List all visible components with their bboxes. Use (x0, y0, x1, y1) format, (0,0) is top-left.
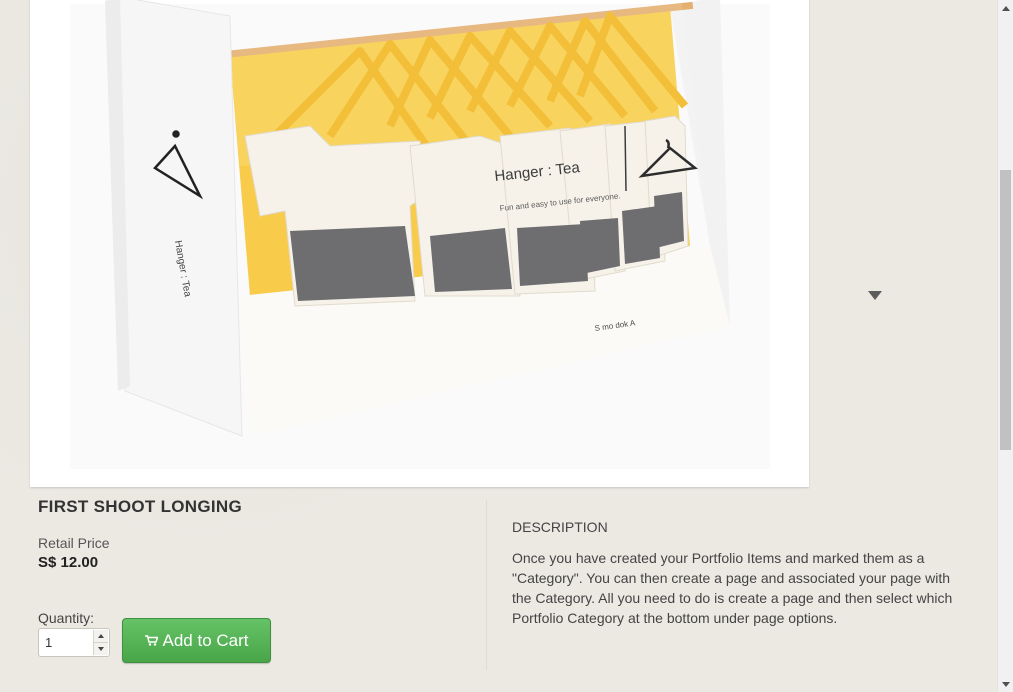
scroll-down-button[interactable] (998, 676, 1013, 692)
quantity-label: Quantity: (38, 610, 95, 626)
add-to-cart-button[interactable]: Add to Cart (122, 618, 271, 663)
add-to-cart-label: Add to Cart (162, 630, 249, 650)
product-title: FIRST SHOOT LONGING (38, 497, 243, 516)
description-heading: DESCRIPTION (512, 519, 608, 535)
description-text: Once you have created your Portfolio Ite… (512, 550, 953, 626)
arrow-up-icon (98, 634, 104, 638)
price-value: S$ 12.00 (38, 554, 99, 571)
column-divider (486, 500, 487, 670)
quantity-spinner[interactable] (93, 630, 108, 655)
product-image[interactable]: Hanger : Tea Fun and easy to use for eve… (30, 0, 809, 487)
chevron-down-icon (1002, 681, 1010, 687)
price-label: Retail Price (38, 535, 110, 551)
cart-icon (144, 635, 158, 646)
quantity-increment-button[interactable] (94, 630, 108, 643)
chevron-up-icon (1002, 5, 1010, 11)
scrollbar-thumb[interactable] (1000, 170, 1011, 450)
arrow-down-icon (98, 647, 104, 651)
carousel-next-arrow[interactable] (868, 291, 882, 300)
tea-box-illustration: Hanger : Tea Fun and easy to use for eve… (30, 0, 809, 487)
quantity-decrement-button[interactable] (94, 643, 108, 655)
quantity-stepper[interactable]: 1 (38, 628, 110, 657)
quantity-input[interactable]: 1 (45, 635, 90, 650)
vertical-scrollbar[interactable] (997, 0, 1013, 692)
scroll-up-button[interactable] (998, 0, 1013, 16)
